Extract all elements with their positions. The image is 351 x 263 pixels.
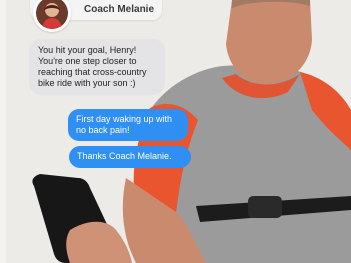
outgoing-message: Thanks Coach Melanie. [69,146,191,168]
coach-name: Coach Melanie [84,4,155,15]
app-promo-scene: Coach Melanie You hit your goal, Henry! … [0,0,351,263]
incoming-message: You hit your goal, Henry! You're one ste… [29,39,165,95]
outgoing-message: First day waking up with no back pain! [68,109,188,141]
coach-photo-icon [36,0,68,29]
